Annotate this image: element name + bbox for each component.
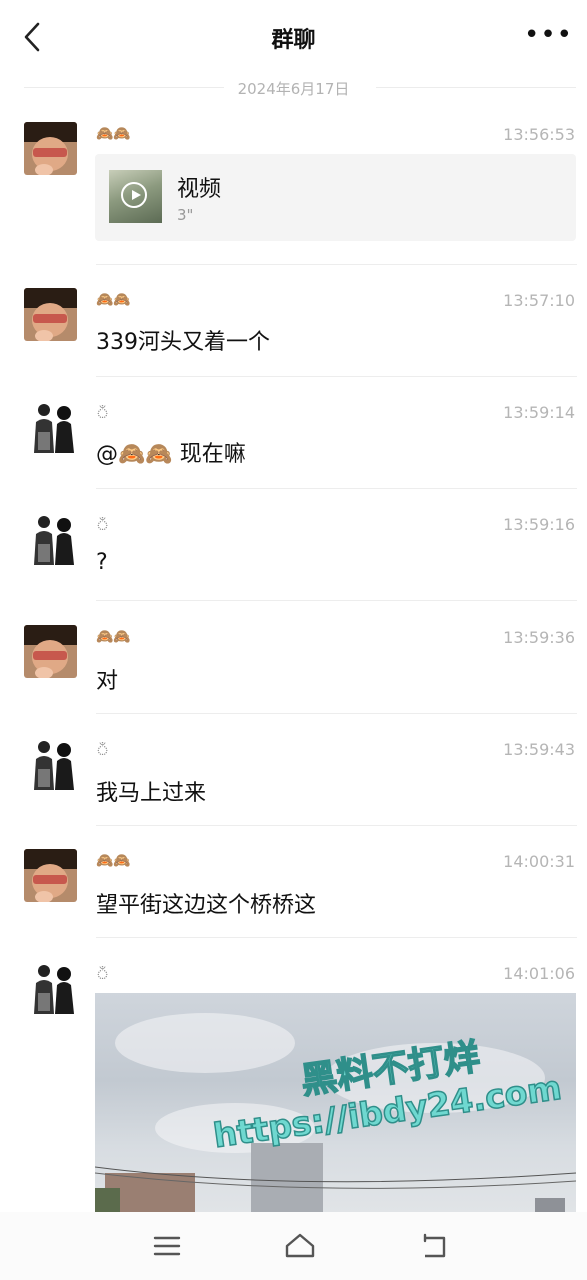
message-divider	[96, 376, 577, 377]
sender-nickname: ঁ	[96, 406, 110, 422]
avatar-couple[interactable]	[24, 512, 77, 565]
message-text: @🙈🙈 现在嘛	[96, 442, 246, 467]
avatar-couple[interactable]	[24, 400, 77, 453]
sender-nickname: ঁ	[96, 743, 110, 759]
system-navigation-bar	[0, 1212, 587, 1280]
home-icon[interactable]	[282, 1228, 318, 1264]
sky-cloud	[115, 1013, 295, 1073]
message-text: 我马上过来	[96, 781, 207, 806]
message-time: 13:59:16	[503, 515, 575, 534]
message-time: 13:59:14	[503, 403, 575, 422]
chat-header: 群聊 •••	[0, 0, 587, 74]
video-thumbnail	[109, 170, 162, 223]
avatar-boy[interactable]	[24, 849, 77, 902]
avatar-couple[interactable]	[24, 961, 77, 1014]
video-label: 视频	[177, 177, 222, 202]
avatar-couple[interactable]	[24, 737, 77, 790]
message-divider	[96, 488, 577, 489]
message-time: 13:57:10	[503, 291, 575, 310]
avatar-boy[interactable]	[24, 122, 77, 175]
back-icon[interactable]	[416, 1228, 452, 1264]
power-lines	[95, 1166, 576, 1189]
video-duration: 3"	[177, 206, 194, 224]
message-time: 13:59:43	[503, 740, 575, 759]
menu-icon[interactable]	[149, 1228, 185, 1264]
avatar-boy[interactable]	[24, 625, 77, 678]
sender-nickname: ঁ	[96, 518, 110, 534]
sender-nickname: 🙈🙈	[96, 629, 131, 645]
message-divider	[96, 825, 577, 826]
message-text: 339河头又着一个	[96, 330, 270, 355]
video-message-card[interactable]: 视频 3"	[95, 154, 576, 241]
sender-nickname: 🙈🙈	[96, 853, 131, 869]
sender-nickname: 🙈🙈	[96, 292, 131, 308]
play-icon	[121, 182, 147, 208]
message-divider	[96, 600, 577, 601]
more-options-icon[interactable]: •••	[524, 22, 573, 48]
sender-nickname: 🙈🙈	[96, 126, 131, 142]
message-time: 14:01:06	[503, 964, 575, 983]
avatar-boy[interactable]	[24, 288, 77, 341]
chat-title: 群聊	[271, 28, 316, 53]
message-time: 14:00:31	[503, 852, 575, 871]
message-text: ?	[96, 550, 108, 575]
date-separator: 2024年6月17日	[0, 76, 587, 100]
message-text: 望平街这边这个桥桥这	[96, 893, 317, 918]
separator-line-right	[376, 87, 576, 88]
date-separator-text: 2024年6月17日	[237, 80, 350, 98]
message-time: 13:59:36	[503, 628, 575, 647]
message-divider	[96, 713, 577, 714]
message-text: 对	[96, 669, 119, 694]
sender-nickname: ঁ	[96, 967, 110, 983]
message-divider	[96, 264, 577, 265]
message-divider	[96, 937, 577, 938]
message-time: 13:56:53	[503, 125, 575, 144]
